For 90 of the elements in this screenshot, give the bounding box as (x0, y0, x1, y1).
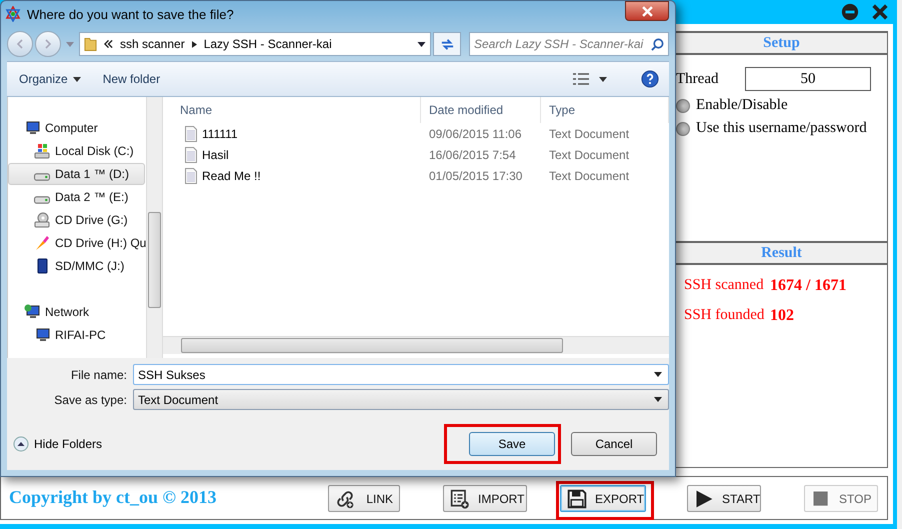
search-icon (651, 38, 664, 50)
column-header[interactable]: Name (163, 97, 421, 123)
caret-icon (72, 76, 81, 82)
file-name: Read Me !! (202, 168, 261, 182)
vertical-scrollbar[interactable] (146, 97, 162, 358)
file-row[interactable]: Hasil 16/06/2015 7:54 Text Document (163, 144, 669, 165)
file-name: 111111 (202, 126, 238, 140)
radio-button[interactable] (676, 98, 690, 112)
view-list-icon[interactable] (573, 73, 589, 85)
breadcrumb-arrow-icon (192, 40, 197, 48)
cd-drive-icon (34, 212, 50, 228)
save-type-label: Save as type: (53, 392, 128, 406)
option-label: Use this username/password (696, 120, 867, 137)
text-file-icon (185, 146, 197, 162)
export-button[interactable]: EXPORT (560, 485, 646, 512)
result-label: SSH scanned (684, 277, 765, 295)
hide-folders-button[interactable]: Hide Folders (7, 436, 108, 452)
breadcrumb-item[interactable]: ssh scanner (120, 37, 185, 51)
column-header[interactable]: Type (541, 97, 669, 123)
organize-menu[interactable]: Organize (13, 68, 87, 90)
play-icon (694, 488, 714, 508)
file-name: Hasil (202, 148, 229, 162)
double-chevron-icon (104, 40, 113, 48)
horizontal-scrollbar[interactable] (163, 336, 669, 354)
radio-button[interactable] (676, 122, 690, 136)
text-file-icon (185, 168, 197, 184)
network-globe-icon (24, 304, 40, 320)
refresh-arrows-icon (440, 36, 454, 52)
caret-icon (654, 397, 662, 402)
file-row[interactable]: Read Me !! 01/05/2015 17:30 Text Document (163, 165, 669, 186)
dialog-button[interactable]: Save (469, 432, 555, 456)
dialog-button[interactable]: Cancel (571, 432, 657, 456)
minimize-icon[interactable] (841, 3, 859, 21)
thread-field[interactable]: 50 (745, 67, 871, 91)
computer-icon (24, 120, 40, 136)
chain-link-icon (335, 488, 355, 508)
breadcrumb-item[interactable]: Lazy SSH - Scanner-kai (204, 37, 332, 51)
dropdown-caret-icon[interactable] (417, 42, 426, 46)
nav-item[interactable]: CD Drive (H:) Qu (8, 232, 145, 254)
section-header: Setup (676, 31, 887, 55)
caret-icon (654, 372, 662, 377)
close-button[interactable] (625, 1, 669, 21)
result-label: SSH founded (684, 307, 766, 325)
option-label: Enable/Disable (696, 97, 788, 114)
star-logo-icon (5, 6, 21, 22)
column-header[interactable]: Date modified (421, 97, 541, 123)
link-button[interactable]: LINK (328, 485, 400, 512)
file-type: Text Document (548, 126, 630, 140)
nav-item[interactable]: Network (8, 301, 145, 323)
file-type: Text Document (548, 148, 630, 162)
nav-item[interactable]: Computer (8, 117, 145, 139)
close-icon (642, 6, 652, 16)
dropdown-caret-icon[interactable] (599, 76, 607, 82)
start-button[interactable]: START (687, 485, 761, 512)
section-header: Result (676, 241, 887, 265)
refresh-button[interactable] (433, 32, 461, 56)
brush-icon (34, 235, 50, 251)
computer-icon (34, 327, 50, 343)
copyright-text: Copyright by ct_ou © 2013 (9, 487, 216, 508)
up-arrow-circle-icon (13, 436, 29, 452)
new-folder-button[interactable]: New folder (96, 68, 166, 90)
nav-item[interactable]: CD Drive (G:) (8, 209, 145, 231)
file-row[interactable]: 111111 09/06/2015 11:06 Text Document (163, 123, 669, 144)
drive-icon (34, 196, 50, 204)
list-add-icon (450, 488, 470, 508)
file-name-field[interactable]: SSH Sukses (133, 364, 669, 385)
nav-item[interactable]: Data 2 ™ (E:) (8, 186, 145, 208)
thread-label: Thread (676, 70, 718, 88)
dialog-title: Where do you want to save the file? (27, 6, 234, 22)
import-button[interactable]: IMPORT (443, 485, 527, 512)
drive-icon (34, 143, 50, 159)
result-value: 102 (770, 307, 794, 325)
nav-item[interactable]: SD/MMC (J:) (8, 255, 145, 277)
file-type: Text Document (548, 168, 630, 182)
search-field[interactable]: Search Lazy SSH - Scanner-kai (469, 32, 669, 56)
nav-item[interactable]: RIFAI-PC (8, 324, 145, 346)
file-date: 09/06/2015 11:06 (428, 126, 523, 140)
file-date: 16/06/2015 7:54 (428, 148, 517, 162)
drive-icon (34, 173, 50, 181)
text-file-icon (185, 126, 197, 142)
help-icon[interactable] (641, 70, 659, 88)
close-icon[interactable] (871, 3, 889, 21)
nav-item[interactable]: Local Disk (C:) (8, 140, 145, 162)
address-bar[interactable]: ssh scanner Lazy SSH - Scanner-kai (79, 32, 431, 56)
save-type-dropdown[interactable]: Text Document (133, 389, 669, 410)
result-value: 1674 / 1671 (770, 277, 846, 295)
folder-icon (84, 36, 97, 52)
nav-item[interactable]: Data 1 ™ (D:) (8, 163, 145, 185)
file-date: 01/05/2015 17:30 (428, 168, 524, 182)
file-name-label: File name: (70, 368, 128, 382)
